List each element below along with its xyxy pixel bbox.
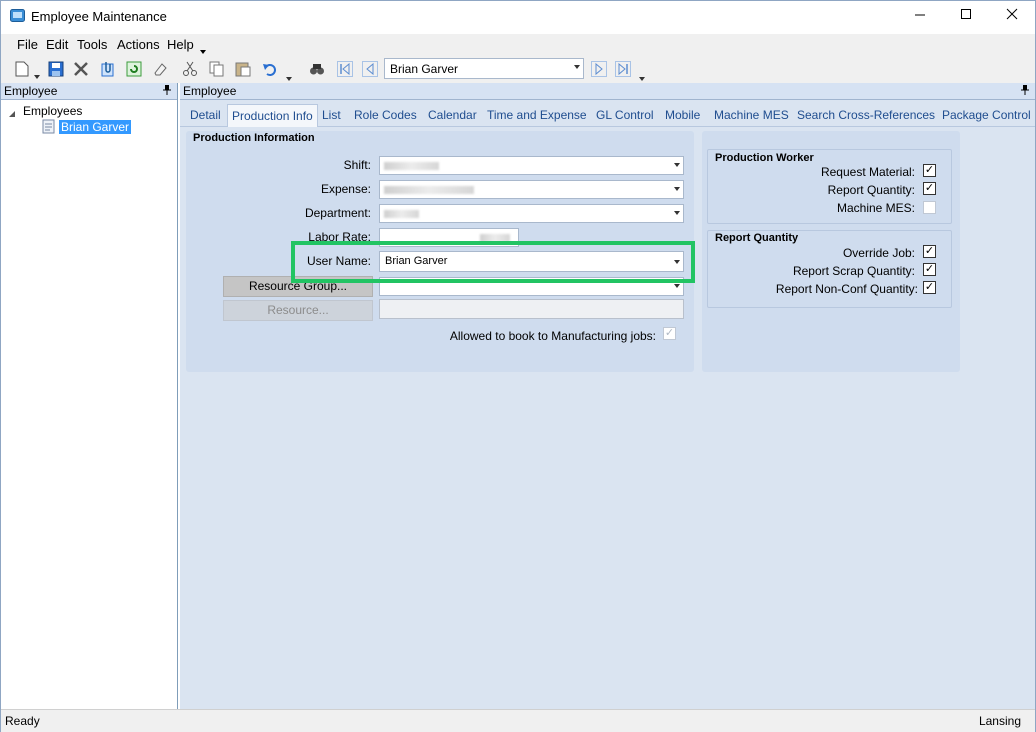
report-quantity-title: Report Quantity [715,232,799,244]
menu-help[interactable]: Help [167,37,194,52]
chevron-down-icon [574,65,580,69]
app-window: Employee Maintenance File Edit Tools Act… [0,0,1036,732]
resource-field [379,299,684,319]
new-icon[interactable] [13,60,31,78]
override-job-checkbox[interactable]: ✓ [923,245,936,258]
report-nonconf-checkbox[interactable]: ✓ [923,281,936,294]
close-button[interactable] [989,1,1035,32]
request-material-checkbox[interactable]: ✓ [923,164,936,177]
pin-icon[interactable] [163,85,171,98]
machine-mes-checkbox [923,201,936,214]
tab-machine-mes[interactable]: Machine MES [710,104,793,127]
production-information-title: Production Information [193,132,315,144]
search-icon[interactable] [308,60,326,78]
undo-dropdown-icon[interactable] [286,70,292,84]
minimize-icon [914,7,926,24]
menu-actions[interactable]: Actions [117,37,160,52]
user-name-highlight [291,241,695,283]
shift-combo[interactable] [379,156,684,175]
allowed-manufacturing-label: Allowed to book to Manufacturing jobs: [449,329,656,343]
main-panel-header: Employee [180,83,1035,100]
report-quantity-label: Report Quantity: [827,183,915,197]
tab-time-and-expense[interactable]: Time and Expense [483,104,591,127]
resource-group-chevron-down-icon [674,284,680,288]
tab-detail[interactable]: Detail [186,104,225,127]
request-material-label: Request Material: [820,165,915,179]
tab-production-info[interactable]: Production Info [227,104,318,127]
minimize-button[interactable] [897,1,943,32]
tree-root-employees[interactable]: Employees [23,104,82,118]
report-nonconf-label: Report Non-Conf Quantity: [775,282,918,296]
close-icon [1006,7,1018,24]
status-text: Ready [5,714,40,728]
cut-icon[interactable] [181,60,199,78]
menu-tools[interactable]: Tools [77,37,107,52]
main-panel-title: Employee [183,84,237,98]
app-icon [10,9,25,22]
left-panel-header: Employee [1,83,177,100]
last-record-icon[interactable] [614,60,632,78]
first-record-icon[interactable] [336,60,354,78]
machine-mes-label: Machine MES: [836,201,915,215]
department-value-redacted [384,210,419,218]
next-record-icon[interactable] [590,60,608,78]
toolbar-overflow-icon[interactable] [639,70,645,84]
menu-file[interactable]: File [17,37,38,52]
tree-collapse-icon[interactable] [9,107,16,121]
tab-mobile[interactable]: Mobile [661,104,704,127]
employee-icon [41,119,56,137]
maximize-icon [960,7,972,24]
attach-icon[interactable] [99,60,117,78]
department-combo[interactable] [379,204,684,223]
paste-icon[interactable] [234,60,252,78]
save-icon[interactable] [47,60,65,78]
report-scrap-label: Report Scrap Quantity: [792,264,915,278]
record-selector[interactable]: Brian Garver [384,58,584,79]
tab-package-control[interactable]: Package Control [938,104,1035,127]
tab-gl-control[interactable]: GL Control [592,104,658,127]
tab-search-cross-references[interactable]: Search Cross-References [793,104,939,127]
status-site: Lansing [978,714,1021,728]
shift-value-redacted [384,162,439,170]
department-label: Department: [304,206,371,220]
tab-list[interactable]: List [318,104,345,127]
report-scrap-checkbox[interactable]: ✓ [923,263,936,276]
status-bar: Ready Lansing [1,709,1035,732]
department-chevron-down-icon [674,211,680,215]
shift-label: Shift: [343,158,371,172]
production-worker-title: Production Worker [715,152,814,164]
employee-tree-panel: Employee Employees Brian Garver [1,83,178,709]
record-selector-value: Brian Garver [390,62,459,76]
tab-calendar[interactable]: Calendar [424,104,481,127]
refresh-icon[interactable] [125,60,143,78]
override-job-label: Override Job: [842,246,915,260]
tree-item-brian-garver[interactable]: Brian Garver [59,120,132,134]
expense-label: Expense: [320,182,371,196]
expense-combo[interactable] [379,180,684,199]
main-pin-icon[interactable] [1021,85,1029,98]
delete-icon[interactable] [72,60,90,78]
title-bar: Employee Maintenance [1,1,1035,32]
menu-edit[interactable]: Edit [46,37,68,52]
left-panel-title: Employee [4,84,58,98]
clear-icon[interactable] [151,60,169,78]
new-dropdown-icon[interactable] [34,68,40,82]
toolbar: Brian Garver [1,56,1035,83]
allowed-manufacturing-checkbox: ✓ [663,327,676,340]
window-title: Employee Maintenance [31,9,167,24]
tab-strip: Detail Production Info List Role Codes C… [180,101,1035,127]
expense-chevron-down-icon [674,187,680,191]
tab-role-codes[interactable]: Role Codes [350,104,421,127]
copy-icon[interactable] [208,60,226,78]
expense-value-redacted [384,186,474,194]
maximize-button[interactable] [943,1,989,32]
undo-icon[interactable] [261,60,279,78]
menu-bar: File Edit Tools Actions Help [1,34,1035,56]
resource-button: Resource... [223,300,373,321]
shift-chevron-down-icon [674,163,680,167]
previous-record-icon[interactable] [361,60,379,78]
report-quantity-checkbox[interactable]: ✓ [923,182,936,195]
